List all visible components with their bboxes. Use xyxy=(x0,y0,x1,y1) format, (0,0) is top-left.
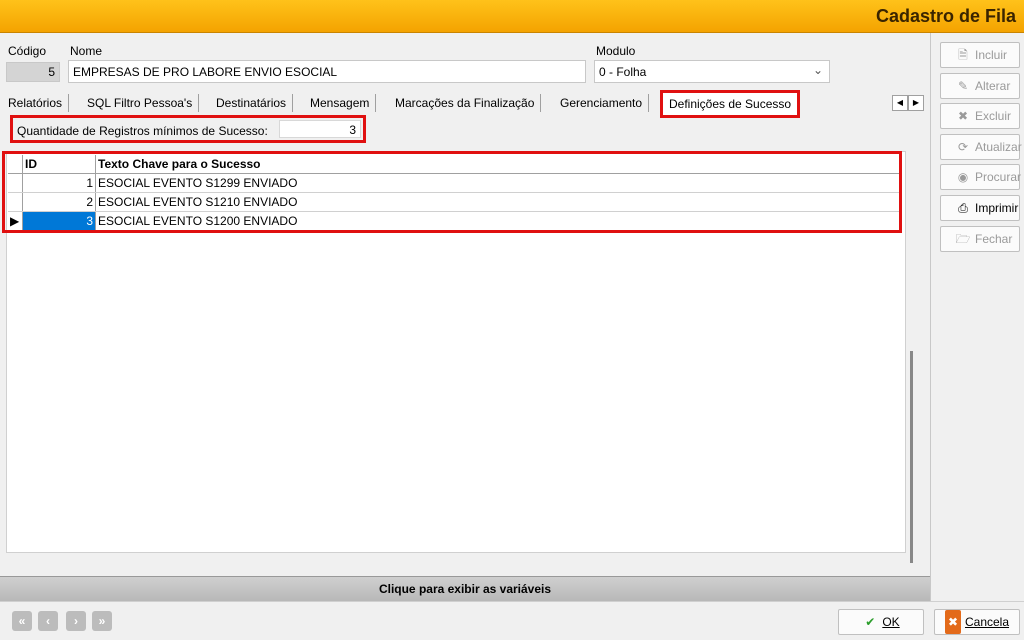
document-icon: 🗎 xyxy=(958,48,968,62)
atualizar-button[interactable]: ⟳ Atualizar xyxy=(940,134,1022,160)
first-record-icon[interactable]: « xyxy=(12,611,32,631)
tab-strip: Relatórios SQL Filtro Pessoa's Destinatá… xyxy=(0,90,930,118)
table-row[interactable]: ▶ 3 ESOCIAL EVENTO S1200 ENVIADO xyxy=(8,211,900,231)
main-panel: Código 5 Nome EMPRESAS DE PRO LABORE ENV… xyxy=(0,33,930,593)
imprimir-button[interactable]: ⎙ Imprimir xyxy=(940,195,1020,221)
modulo-select[interactable]: 0 - Folha ⌄ xyxy=(594,60,830,83)
indicator-header xyxy=(8,155,23,174)
next-record-icon[interactable]: › xyxy=(66,611,86,631)
last-record-icon[interactable]: » xyxy=(92,611,112,631)
printer-icon: ⎙ xyxy=(958,201,968,215)
row-text[interactable]: ESOCIAL EVENTO S1200 ENVIADO xyxy=(95,211,900,231)
table-row[interactable]: 2 ESOCIAL EVENTO S1210 ENVIADO xyxy=(8,192,900,212)
title-bar: Cadastro de Fila xyxy=(0,0,1024,33)
tab-mensagem[interactable]: Mensagem xyxy=(304,94,377,112)
vertical-scrollbar[interactable] xyxy=(910,351,913,563)
row-id[interactable]: 3 xyxy=(22,211,96,231)
grid-header: ID Texto Chave para o Sucesso xyxy=(8,155,900,174)
tab-scroll-right-icon[interactable]: ▶ xyxy=(908,95,924,111)
row-indicator xyxy=(8,192,23,212)
nome-field[interactable]: EMPRESAS DE PRO LABORE ENVIO ESOCIAL xyxy=(68,60,586,83)
row-text[interactable]: ESOCIAL EVENTO S1210 ENVIADO xyxy=(95,192,900,212)
procurar-button[interactable]: ◉ Procurar xyxy=(940,164,1021,190)
row-indicator xyxy=(8,173,23,193)
tab-destinatarios[interactable]: Destinatários xyxy=(210,94,294,112)
edit-icon: ✎ xyxy=(957,79,969,93)
tab-relatorios[interactable]: Relatórios xyxy=(2,94,70,112)
delete-icon: ✖ xyxy=(957,109,969,123)
ok-button[interactable]: ✔ OK xyxy=(838,609,924,635)
cancel-button[interactable]: ✖ Cancela xyxy=(934,609,1020,635)
nome-label: Nome xyxy=(70,44,103,58)
tab-sql-filtro[interactable]: SQL Filtro Pessoa's xyxy=(81,94,200,112)
tab-scroll-left-icon[interactable]: ◀ xyxy=(892,95,908,111)
cancel-icon: ✖ xyxy=(944,610,961,634)
tab-definicoes-sucesso[interactable]: Definições de Sucesso xyxy=(660,90,801,118)
current-row-arrow-icon: ▶ xyxy=(8,211,23,231)
excluir-button[interactable]: ✖ Excluir xyxy=(940,103,1020,129)
row-id[interactable]: 1 xyxy=(22,173,96,193)
close-folder-icon: 🗁 xyxy=(955,232,971,246)
modulo-label: Modulo xyxy=(596,44,636,58)
id-header[interactable]: ID xyxy=(22,155,96,174)
binoculars-icon: ◉ xyxy=(957,170,969,184)
qty-label: Quantidade de Registros mínimos de Suces… xyxy=(17,124,268,138)
qty-field[interactable]: 3 xyxy=(279,120,361,138)
tab-marcacoes[interactable]: Marcações da Finalização xyxy=(389,94,542,112)
refresh-icon: ⟳ xyxy=(957,140,969,154)
check-icon: ✔ xyxy=(865,615,876,629)
prev-record-icon[interactable]: ‹ xyxy=(38,611,58,631)
success-grid[interactable]: ID Texto Chave para o Sucesso 1 ESOCIAL … xyxy=(8,155,900,231)
incluir-button[interactable]: 🗎 Incluir xyxy=(940,42,1020,68)
alterar-button[interactable]: ✎ Alterar xyxy=(940,73,1020,99)
row-id[interactable]: 2 xyxy=(22,192,96,212)
table-row[interactable]: 1 ESOCIAL EVENTO S1299 ENVIADO xyxy=(8,173,900,193)
row-text[interactable]: ESOCIAL EVENTO S1299 ENVIADO xyxy=(95,173,900,193)
chevron-down-icon[interactable]: ⌄ xyxy=(813,61,823,79)
fechar-button[interactable]: 🗁 Fechar xyxy=(940,226,1020,252)
tab-gerenciamento[interactable]: Gerenciamento xyxy=(554,94,650,112)
text-header[interactable]: Texto Chave para o Sucesso xyxy=(95,155,900,174)
variables-bar[interactable]: Clique para exibir as variáveis xyxy=(0,576,930,601)
codigo-label: Código xyxy=(8,44,47,58)
modulo-value: 0 - Folha xyxy=(599,65,647,79)
window-title: Cadastro de Fila xyxy=(875,6,1016,26)
codigo-field[interactable]: 5 xyxy=(6,62,60,82)
qty-group: Quantidade de Registros mínimos de Suces… xyxy=(10,115,366,143)
